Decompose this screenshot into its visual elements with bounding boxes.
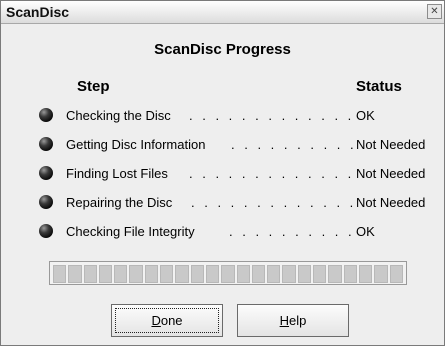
step-label: Finding Lost Files bbox=[66, 166, 168, 181]
progress-segment bbox=[144, 265, 159, 283]
progress-segment bbox=[328, 265, 342, 283]
step-status: Not Needed bbox=[356, 195, 426, 210]
progress-segment bbox=[313, 265, 327, 283]
step-row-getting-info: Getting Disc Information . . . . . . . .… bbox=[1, 135, 444, 155]
progress-segment bbox=[53, 265, 67, 283]
scandisc-window: ScanDisc ✕ ScanDisc Progress Step Status… bbox=[0, 0, 445, 346]
leader-dots: . . . . . . . . . . . . . . . . bbox=[231, 137, 354, 152]
progress-segment bbox=[68, 265, 82, 283]
progress-segment bbox=[205, 265, 220, 283]
led-icon bbox=[39, 224, 53, 238]
led-icon bbox=[39, 137, 53, 151]
progress-bar bbox=[49, 261, 407, 285]
progress-segment bbox=[190, 265, 204, 283]
status-column-header: Status bbox=[356, 78, 402, 95]
progress-segment bbox=[83, 265, 97, 283]
step-status: Not Needed bbox=[356, 166, 426, 181]
leader-dots: . . . . . . . . . . . . . . . . . . bbox=[191, 195, 354, 210]
progress-segment bbox=[160, 265, 174, 283]
progress-segment bbox=[389, 265, 403, 283]
progress-segment bbox=[267, 265, 281, 283]
progress-segment bbox=[282, 265, 296, 283]
progress-segment bbox=[129, 265, 143, 283]
step-status: Not Needed bbox=[356, 137, 426, 152]
progress-segment bbox=[343, 265, 357, 283]
progress-segment bbox=[221, 265, 235, 283]
step-row-finding-lost-files: Finding Lost Files . . . . . . . . . . .… bbox=[1, 164, 444, 184]
step-row-checking-integrity: Checking File Integrity . . . . . . . . … bbox=[1, 222, 444, 242]
led-icon bbox=[39, 166, 53, 180]
progress-segment bbox=[114, 265, 128, 283]
step-label: Getting Disc Information bbox=[66, 137, 206, 152]
close-icon[interactable]: ✕ bbox=[427, 4, 442, 19]
progress-heading: ScanDisc Progress bbox=[154, 41, 291, 58]
step-status: OK bbox=[356, 224, 375, 239]
progress-segment bbox=[251, 265, 266, 283]
progress-segment bbox=[236, 265, 250, 283]
progress-segment bbox=[358, 265, 373, 283]
step-status: OK bbox=[356, 108, 375, 123]
leader-dots: . . . . . . . . . . . . . . . . . . bbox=[189, 108, 354, 123]
focus-rectangle bbox=[115, 308, 219, 333]
step-label: Checking File Integrity bbox=[66, 224, 195, 239]
step-column-header: Step bbox=[77, 78, 110, 95]
led-icon bbox=[39, 195, 53, 209]
title-bar[interactable]: ScanDisc ✕ bbox=[1, 1, 444, 24]
step-label: Checking the Disc bbox=[66, 108, 171, 123]
led-icon bbox=[39, 108, 53, 122]
step-row-repairing-disc: Repairing the Disc . . . . . . . . . . .… bbox=[1, 193, 444, 213]
window-title: ScanDisc bbox=[6, 4, 70, 20]
progress-segment bbox=[297, 265, 312, 283]
step-row-checking-disc: Checking the Disc . . . . . . . . . . . … bbox=[1, 106, 444, 126]
leader-dots: . . . . . . . . . . . . . . . . bbox=[229, 224, 354, 239]
progress-segment bbox=[374, 265, 388, 283]
progress-segment bbox=[98, 265, 113, 283]
done-button[interactable]: Done bbox=[111, 304, 223, 337]
help-button[interactable]: Help bbox=[237, 304, 349, 337]
help-mnemonic: H bbox=[279, 313, 290, 328]
leader-dots: . . . . . . . . . . . . . . . . . . . bbox=[189, 166, 354, 181]
help-label-rest: elp bbox=[289, 313, 307, 328]
progress-segment bbox=[175, 265, 189, 283]
step-label: Repairing the Disc bbox=[66, 195, 173, 210]
